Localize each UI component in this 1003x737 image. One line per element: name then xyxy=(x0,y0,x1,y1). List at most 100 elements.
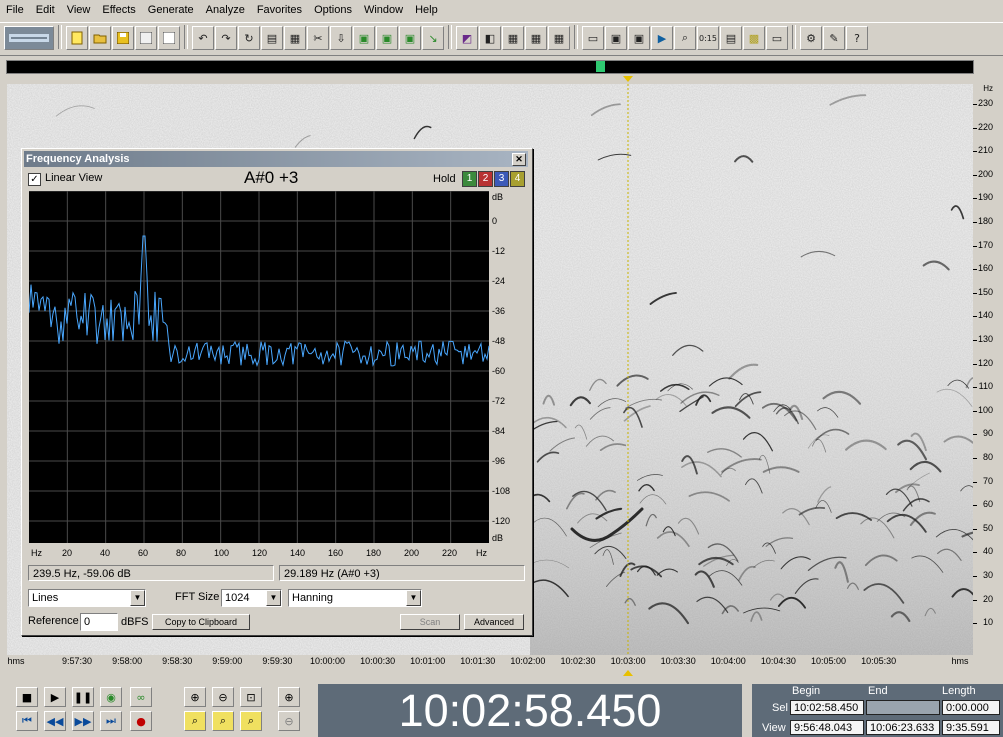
frequency-icon[interactable]: ▤ xyxy=(720,26,742,50)
zoom-icon[interactable]: ▣ xyxy=(628,26,650,50)
hold-button-1[interactable]: 1 xyxy=(462,171,477,187)
menu-options[interactable]: Options xyxy=(308,0,358,20)
db-tick-label: -84 xyxy=(492,426,505,436)
effect-icon[interactable]: ▣ xyxy=(399,26,421,50)
cursor-bottom-marker[interactable] xyxy=(623,670,633,676)
chevron-down-icon[interactable]: ▼ xyxy=(130,590,145,606)
loop-button[interactable]: ∞ xyxy=(130,687,152,707)
batch-icon[interactable]: ▦ xyxy=(548,26,570,50)
menu-file[interactable]: File xyxy=(0,0,30,20)
go-to-end-button[interactable]: ⏭ xyxy=(100,711,122,731)
properties-icon[interactable]: ⚙ xyxy=(800,26,822,50)
new-file-icon[interactable] xyxy=(66,26,88,50)
open-file-icon[interactable] xyxy=(89,26,111,50)
overview-bar[interactable] xyxy=(6,60,974,74)
menu-effects[interactable]: Effects xyxy=(96,0,141,20)
paste-icon[interactable]: ▦ xyxy=(284,26,306,50)
hz-axis-tick xyxy=(973,340,977,341)
menu-window[interactable]: Window xyxy=(358,0,409,20)
zoom-in-right-icon[interactable]: ⌕ xyxy=(212,711,234,731)
chevron-down-icon[interactable]: ▼ xyxy=(266,590,281,606)
fft-size-select[interactable]: 1024 ▼ xyxy=(221,589,282,607)
spectrum-plot[interactable]: dB 0 -12 -24 -36 -48 -60 -72 -84 -96 -108 -120 dB Hz 2… xyxy=(29,191,525,561)
copy-to-new-icon[interactable]: ▤ xyxy=(261,26,283,50)
rewind-button[interactable]: ◀◀ xyxy=(44,711,66,731)
info-icon[interactable]: ⌕ xyxy=(674,26,696,50)
go-to-start-button[interactable]: ⏮ xyxy=(16,711,38,731)
hold-button-3[interactable]: 3 xyxy=(494,171,509,187)
favorites-icon[interactable]: ◩ xyxy=(456,26,478,50)
menu-edit[interactable]: Edit xyxy=(30,0,61,20)
sel-length-field[interactable]: 0:00.000 xyxy=(942,700,1000,715)
script-icon[interactable]: ▭ xyxy=(766,26,788,50)
waveform-toggle-icon[interactable] xyxy=(4,26,54,50)
hz-axis-tick xyxy=(973,481,977,483)
advanced-button[interactable]: Advanced xyxy=(464,614,524,630)
spectral-icon[interactable]: 0:15 xyxy=(697,26,719,50)
window-function-select[interactable]: Hanning ▼ xyxy=(288,589,422,607)
sel-begin-field[interactable]: 10:02:58.450 xyxy=(790,700,864,715)
time-icon[interactable]: ▶ xyxy=(651,26,673,50)
insert-icon[interactable]: ▦ xyxy=(525,26,547,50)
menu-analyze[interactable]: Analyze xyxy=(200,0,251,20)
hold-button-2[interactable]: 2 xyxy=(478,171,493,187)
zoom-in-vertical-icon[interactable]: ⊕ xyxy=(278,687,300,707)
note-readout: A#0 +3 xyxy=(244,168,299,187)
zoom-out-vertical-icon[interactable]: ⊖ xyxy=(278,711,300,731)
trim-icon[interactable]: ⇩ xyxy=(330,26,352,50)
linear-view-checkbox[interactable]: ✓ xyxy=(28,173,41,186)
settings-icon[interactable]: ▩ xyxy=(743,26,765,50)
hz-tick-label: 140 xyxy=(290,548,305,558)
play-icon[interactable]: ▣ xyxy=(605,26,627,50)
menu-favorites[interactable]: Favorites xyxy=(251,0,308,20)
chevron-down-icon[interactable]: ▼ xyxy=(406,590,421,606)
mix-paste-icon[interactable]: ▣ xyxy=(353,26,375,50)
stop-button[interactable]: ■ xyxy=(16,687,38,707)
fast-forward-button[interactable]: ▶▶ xyxy=(72,711,94,731)
zoom-in-horizontal-icon[interactable]: ⊕ xyxy=(184,687,206,707)
record-button[interactable]: ● xyxy=(130,711,152,731)
undo-icon[interactable]: ↶ xyxy=(192,26,214,50)
view-length-field[interactable]: 9:35.591 xyxy=(942,720,1000,735)
zoom-full-icon[interactable]: ⊡ xyxy=(240,687,262,707)
cue-icon[interactable]: ◧ xyxy=(479,26,501,50)
graph-type-select[interactable]: Lines ▼ xyxy=(28,589,146,607)
hz-tick-label: Hz xyxy=(476,548,487,558)
close-icon[interactable]: ✕ xyxy=(512,153,526,166)
view-end-field[interactable]: 10:06:23.633 xyxy=(866,720,940,735)
save-as-icon[interactable] xyxy=(135,26,157,50)
repeat-icon[interactable]: ↻ xyxy=(238,26,260,50)
zoom-in-left-icon[interactable]: ⌕ xyxy=(184,711,206,731)
overview-view-marker[interactable] xyxy=(596,61,605,72)
export-icon[interactable]: ▣ xyxy=(376,26,398,50)
hz-axis-label: 210 xyxy=(977,145,993,156)
menu-view[interactable]: View xyxy=(61,0,97,20)
analysis-icon[interactable]: ↘ xyxy=(422,26,444,50)
reference-input[interactable]: 0 xyxy=(80,613,118,631)
save-icon[interactable] xyxy=(112,26,134,50)
hold-button-4[interactable]: 4 xyxy=(510,171,525,187)
db-unit-label: dB xyxy=(492,192,503,202)
cursor-top-marker[interactable] xyxy=(623,76,633,82)
menu-generate[interactable]: Generate xyxy=(142,0,200,20)
marker-icon[interactable]: ▦ xyxy=(502,26,524,50)
pause-button[interactable]: ❚❚ xyxy=(72,687,94,707)
help-icon[interactable]: ? xyxy=(846,26,868,50)
play-button[interactable]: ▶ xyxy=(44,687,66,707)
spectrum-canvas[interactable]: dB 0 -12 -24 -36 -48 -60 -72 -84 -96 -108 -120 dB Hz 2… xyxy=(29,191,525,561)
view-begin-field[interactable]: 9:56:48.043 xyxy=(790,720,864,735)
menu-help[interactable]: Help xyxy=(409,0,444,20)
db-tick-label: -72 xyxy=(492,396,505,406)
redo-icon[interactable]: ↷ xyxy=(215,26,237,50)
cut-icon[interactable]: ✂ xyxy=(307,26,329,50)
scan-button[interactable]: Scan xyxy=(400,614,460,630)
sel-end-field[interactable] xyxy=(866,700,940,715)
zoom-selection-icon[interactable]: ⌕ xyxy=(240,711,262,731)
playlist-icon[interactable]: ▭ xyxy=(582,26,604,50)
copy-to-clipboard-button[interactable]: Copy to Clipboard xyxy=(152,614,250,630)
wizard-icon[interactable]: ✎ xyxy=(823,26,845,50)
zoom-out-horizontal-icon[interactable]: ⊖ xyxy=(212,687,234,707)
play-to-end-button[interactable]: ◉ xyxy=(100,687,122,707)
close-file-icon[interactable] xyxy=(158,26,180,50)
frequency-analysis-titlebar[interactable]: Frequency Analysis ✕ xyxy=(24,151,528,167)
